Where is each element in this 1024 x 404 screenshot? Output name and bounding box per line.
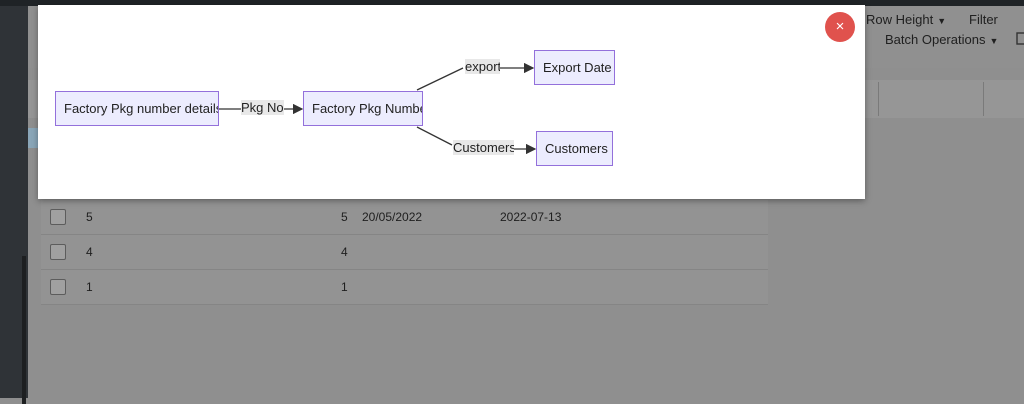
chevron-down-icon: ▼ <box>989 36 999 46</box>
table-row[interactable]: 4 4 <box>41 235 768 270</box>
cell-date: 2022-07-13 <box>500 210 562 224</box>
table-row[interactable]: 1 1 <box>41 270 768 305</box>
row-checkbox[interactable] <box>50 244 66 260</box>
row-height-button[interactable]: Row Height ▼ <box>866 12 946 27</box>
left-sidebar <box>0 6 28 404</box>
cell-id: 1 <box>86 280 93 294</box>
cell-number: 5 <box>341 210 348 224</box>
data-table: 5 5 20/05/2022 2022-07-13 4 4 1 1 <box>41 200 768 305</box>
edge-customers <box>416 126 453 146</box>
filter-button[interactable]: Filter <box>969 12 998 27</box>
node-factory-pkg-number: Factory Pkg Number <box>303 91 423 126</box>
cell-date: 20/05/2022 <box>362 210 423 224</box>
row-height-label: Row Height <box>866 12 934 27</box>
cell-number: 4 <box>341 245 348 259</box>
cell-number: 1 <box>341 280 348 294</box>
node-customers: Customers <box>536 131 613 166</box>
edge-label-export: export <box>465 59 500 74</box>
node-export-date: Export Date <box>534 50 615 85</box>
toolbar-divider <box>878 82 879 116</box>
chevron-down-icon: ▼ <box>937 16 947 26</box>
edge-export <box>416 67 464 91</box>
cell-id: 4 <box>86 245 93 259</box>
batch-operations-label: Batch Operations <box>885 32 986 47</box>
close-button[interactable]: × <box>825 12 855 42</box>
trash-icon[interactable] <box>1016 31 1024 45</box>
batch-operations-button[interactable]: Batch Operations ▼ <box>885 32 998 47</box>
close-icon: × <box>835 18 845 35</box>
edge-label-pkg-no: Pkg No <box>241 100 284 115</box>
filter-label: Filter <box>969 12 998 27</box>
table-row[interactable]: 5 5 20/05/2022 2022-07-13 <box>41 200 768 235</box>
toolbar-divider <box>983 82 984 116</box>
sidebar-collapse-tab[interactable] <box>28 128 38 148</box>
row-checkbox[interactable] <box>50 279 66 295</box>
node-factory-pkg-details: Factory Pkg number details <box>55 91 219 126</box>
row-checkbox[interactable] <box>50 209 66 225</box>
diagram-modal: Factory Pkg number details Factory Pkg N… <box>38 5 865 199</box>
edge-label-customers: Customers <box>453 140 514 155</box>
cell-id: 5 <box>86 210 93 224</box>
sidebar-scroll-marker <box>22 256 26 404</box>
